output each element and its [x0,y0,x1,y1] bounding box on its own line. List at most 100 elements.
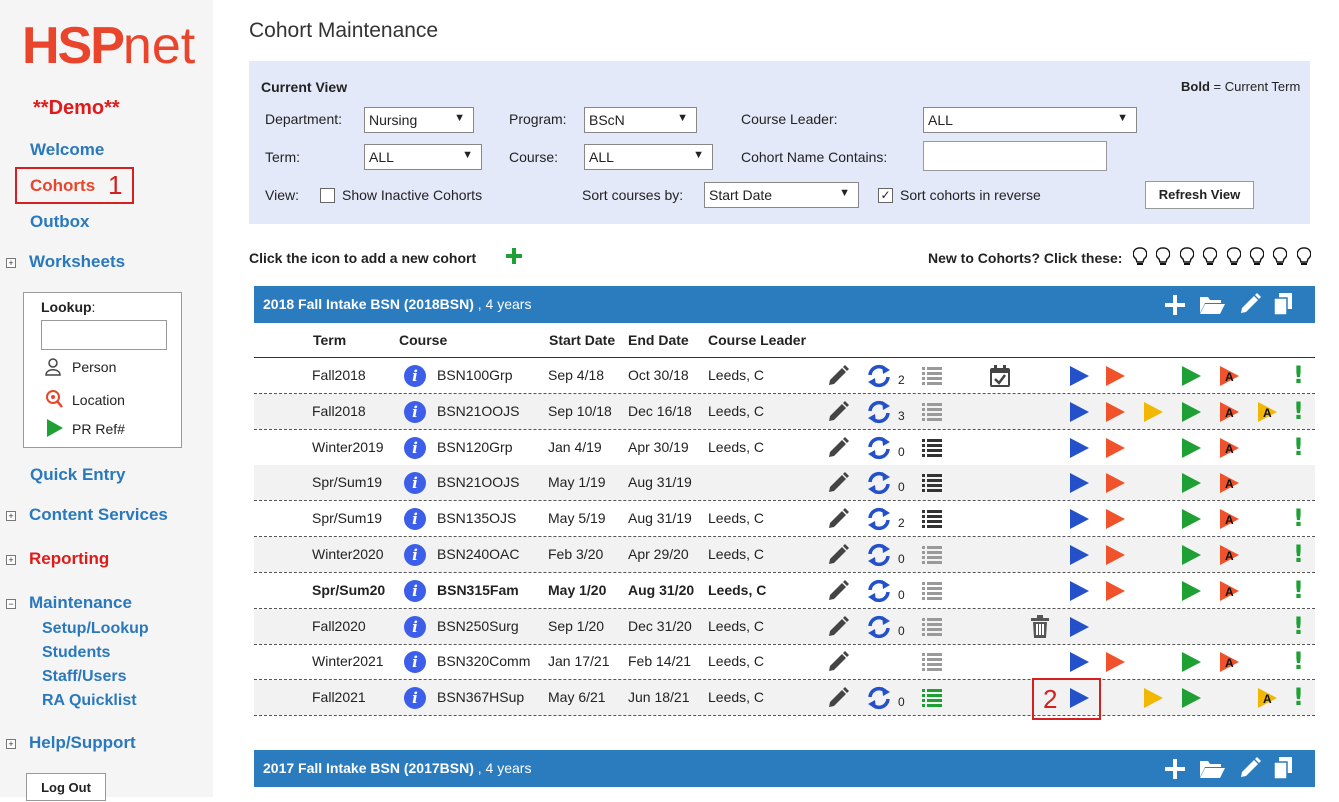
alert-icon[interactable]: ! [1293,361,1304,389]
play-yellow-a-icon[interactable]: A [1257,401,1278,423]
term-select[interactable]: ALL ▼ [364,144,482,170]
alert-icon[interactable]: ! [1293,397,1304,425]
play-orange-a-icon[interactable]: A [1219,401,1240,423]
play-orange-icon[interactable] [1105,508,1126,530]
nav-students[interactable]: Students [42,644,110,662]
folder-open-icon[interactable] [1199,294,1226,316]
pencil-icon[interactable] [826,579,850,603]
copy-icon[interactable] [1272,292,1294,316]
course-leader-select[interactable]: ALL ▼ [923,107,1137,133]
play-blue-icon[interactable] [1069,472,1090,494]
nav-cohorts[interactable]: Cohorts [30,176,95,196]
sync-icon[interactable] [865,541,893,569]
play-blue-icon[interactable] [1069,508,1090,530]
alert-icon[interactable]: ! [1293,433,1304,461]
play-green-icon[interactable] [1181,580,1202,602]
info-icon[interactable]: i [404,544,426,566]
collapse-maintenance-icon[interactable]: − [6,599,16,609]
nav-welcome[interactable]: Welcome [30,140,104,160]
play-orange-icon[interactable] [1105,472,1126,494]
play-blue-icon[interactable] [1069,651,1090,673]
refresh-view-button[interactable]: Refresh View [1145,181,1254,209]
pencil-icon[interactable] [826,507,850,531]
info-icon[interactable]: i [404,580,426,602]
lookup-input[interactable] [41,320,167,350]
sync-icon[interactable] [865,577,893,605]
lightbulb-icon[interactable] [1250,247,1264,267]
play-orange-a-icon[interactable]: A [1219,472,1240,494]
list-icon[interactable] [921,544,943,566]
sync-icon[interactable] [865,684,893,712]
pencil-icon[interactable] [826,543,850,567]
course-select[interactable]: ALL ▼ [584,144,713,170]
list-icon[interactable] [921,437,943,459]
pencil-icon[interactable] [1238,292,1262,316]
nav-maintenance[interactable]: Maintenance [29,593,132,613]
play-green-icon[interactable] [1181,365,1202,387]
plus-icon[interactable] [1164,294,1186,316]
play-orange-a-icon[interactable]: A [1219,508,1240,530]
nav-ra-quicklist[interactable]: RA Quicklist [42,692,137,710]
lightbulb-icon[interactable] [1273,247,1288,267]
pencil-icon[interactable] [1238,756,1262,780]
trash-icon[interactable] [1030,615,1050,639]
play-blue-icon[interactable] [1069,544,1090,566]
expand-content-services-icon[interactable]: + [6,511,16,521]
nav-help-support[interactable]: Help/Support [29,733,136,753]
play-orange-a-icon[interactable]: A [1219,580,1240,602]
alert-icon[interactable]: ! [1293,504,1304,532]
play-green-icon[interactable] [1181,651,1202,673]
expand-worksheets-icon[interactable]: + [6,258,16,268]
cohort-header-2018bsn[interactable]: 2018 Fall Intake BSN (2018BSN) , 4 years [254,286,1315,323]
nav-worksheets[interactable]: Worksheets [29,252,125,272]
lightbulb-icon[interactable] [1226,247,1241,267]
sync-icon[interactable] [865,434,893,462]
play-blue-icon[interactable] [1069,401,1090,423]
copy-icon[interactable] [1272,756,1294,780]
play-green-icon[interactable] [1181,687,1202,709]
play-orange-icon[interactable] [1105,580,1126,602]
list-icon[interactable] [921,365,943,387]
play-orange-a-icon[interactable]: A [1219,651,1240,673]
nav-staff-users[interactable]: Staff/Users [42,668,126,686]
lightbulb-icon[interactable] [1133,247,1147,267]
list-icon[interactable] [921,616,943,638]
play-green-icon[interactable] [1181,508,1202,530]
expand-help-icon[interactable]: + [6,739,16,749]
nav-reporting[interactable]: Reporting [29,549,109,569]
alert-icon[interactable]: ! [1293,540,1304,568]
add-cohort-plus-icon[interactable] [505,247,523,265]
list-icon[interactable] [921,472,943,494]
list-icon[interactable] [921,508,943,530]
lightbulb-icon[interactable] [1296,247,1311,267]
info-icon[interactable]: i [404,687,426,709]
sync-icon[interactable] [865,362,893,390]
lookup-location[interactable]: Location [72,392,125,408]
lookup-pr-ref[interactable]: PR Ref# [72,421,125,437]
nav-setup-lookup[interactable]: Setup/Lookup [42,620,149,638]
play-orange-icon[interactable] [1105,651,1126,673]
cohort-header-2017bsn[interactable]: 2017 Fall Intake BSN (2017BSN) , 4 years [254,750,1315,787]
pencil-icon[interactable] [826,686,850,710]
play-orange-icon[interactable] [1105,365,1126,387]
info-icon[interactable]: i [404,365,426,387]
alert-icon[interactable]: ! [1293,612,1304,640]
pencil-icon[interactable] [826,471,850,495]
list-icon[interactable] [921,687,943,709]
sort-reverse-checkbox[interactable]: ✓ [878,188,893,203]
play-green-icon[interactable] [1181,472,1202,494]
lightbulb-icon[interactable] [1179,247,1194,267]
sort-courses-select[interactable]: Start Date ▼ [704,182,859,208]
play-yellow-icon[interactable] [1143,401,1164,423]
info-icon[interactable]: i [404,401,426,423]
pencil-icon[interactable] [826,436,850,460]
list-icon[interactable] [921,580,943,602]
info-icon[interactable]: i [404,472,426,494]
info-icon[interactable]: i [404,651,426,673]
expand-reporting-icon[interactable]: + [6,555,16,565]
program-select[interactable]: BScN ▼ [584,107,697,133]
play-yellow-a-icon[interactable]: A [1257,687,1278,709]
info-icon[interactable]: i [404,437,426,459]
play-blue-icon[interactable] [1069,580,1090,602]
play-orange-a-icon[interactable]: A [1219,365,1240,387]
